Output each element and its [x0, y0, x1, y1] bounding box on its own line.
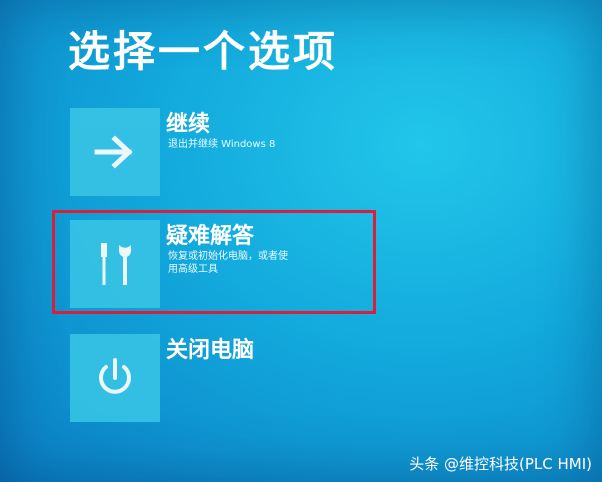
option-continue-title: 继续 — [166, 112, 211, 137]
power-icon — [93, 356, 137, 400]
option-continue-tile[interactable] — [70, 108, 160, 196]
option-continue[interactable]: 继续 退出并继续 Windows 8 — [70, 108, 590, 200]
watermark: 头条 @维控科技(PLC HMI) — [409, 455, 592, 473]
highlight-box — [52, 210, 376, 314]
option-continue-desc: 退出并继续 Windows 8 — [168, 139, 276, 150]
option-shutdown[interactable]: 关闭电脑 — [70, 334, 590, 426]
option-shutdown-title: 关闭电脑 — [166, 338, 255, 363]
arrow-right-icon — [93, 134, 137, 170]
page-title: 选择一个选项 — [68, 27, 339, 76]
option-shutdown-tile[interactable] — [70, 334, 160, 422]
